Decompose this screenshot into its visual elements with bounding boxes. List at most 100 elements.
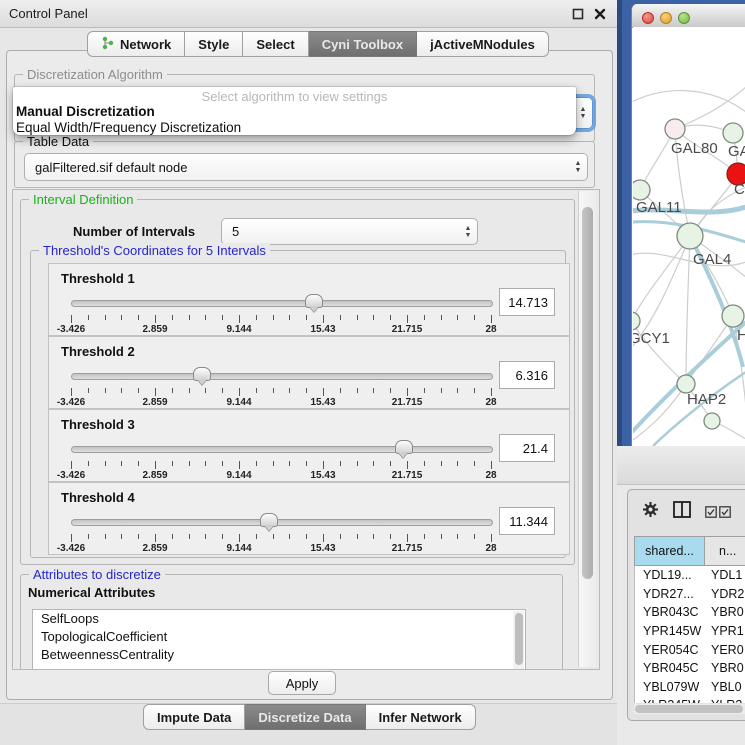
cell-name[interactable]: YBR0 [705, 605, 745, 619]
cell-shared-name[interactable]: YBL079W [635, 680, 705, 694]
threshold-value-field[interactable]: 6.316 [499, 361, 555, 389]
threshold-value-field[interactable]: 11.344 [499, 507, 555, 535]
cell-shared-name[interactable]: YER054C [635, 643, 705, 657]
table-row[interactable]: YPR145WYPR1 [635, 622, 745, 641]
slider-thumb[interactable] [305, 294, 323, 308]
cell-shared-name[interactable]: YLR345W [635, 698, 705, 703]
cell-name[interactable]: YBL0 [705, 680, 745, 694]
network-node-label: GA [728, 143, 745, 160]
network-canvas[interactable]: GAL80GACGAL11GAL4GCY1HHAP2 [633, 27, 745, 446]
tick-mark [306, 534, 307, 539]
network-edge[interactable] [686, 236, 690, 384]
column-header-name[interactable]: n... [705, 537, 745, 565]
tick-label: 28 [485, 470, 496, 481]
list-item[interactable]: TopologicalCoefficient [33, 628, 525, 646]
cell-shared-name[interactable]: YDR27... [635, 587, 705, 601]
network-view-window[interactable]: GAL80GACGAL11GAL4GCY1HHAP2 [631, 4, 745, 446]
cell-shared-name[interactable]: YDL19... [635, 568, 705, 582]
network-node-gal80[interactable] [665, 119, 685, 139]
network-node-gal11[interactable] [633, 180, 650, 200]
table-row[interactable]: YBL079WYBL0 [635, 678, 745, 697]
slider-track[interactable] [71, 446, 493, 453]
tick-mark [390, 461, 391, 466]
popup-option-manual[interactable]: Manual Discretization [13, 104, 576, 120]
numerical-attributes-list[interactable]: SelfLoopsTopologicalCoefficientBetweenne… [32, 609, 526, 670]
cell-shared-name[interactable]: YBR045C [635, 661, 705, 675]
list-item[interactable]: BetweennessCentrality [33, 646, 525, 664]
table-row[interactable]: YBR043CYBR0 [635, 603, 745, 622]
tab-infer-network[interactable]: Infer Network [366, 704, 476, 730]
settings-scrollbar-thumb[interactable] [582, 207, 593, 579]
table-row[interactable]: YDR27...YDR2 [635, 585, 745, 604]
list-scrollbar[interactable] [513, 611, 524, 669]
cell-shared-name[interactable]: YPR145W [635, 624, 705, 638]
network-node[interactable] [704, 413, 720, 429]
tick-mark [256, 315, 257, 320]
tick-mark [205, 315, 206, 320]
cell-name[interactable]: YER0 [705, 643, 745, 657]
apply-button[interactable]: Apply [268, 671, 336, 695]
table-data-combo[interactable]: galFiltered.sif default node ▲▼ [24, 153, 588, 181]
tick-mark [306, 461, 307, 466]
table-row[interactable]: YBR045CYBR0 [635, 659, 745, 678]
cell-shared-name[interactable]: YBR043C [635, 605, 705, 619]
tab-discretize-data[interactable]: Discretize Data [245, 704, 365, 730]
network-edge[interactable] [686, 316, 733, 384]
close-traffic-light-icon[interactable] [642, 12, 654, 24]
zoom-traffic-light-icon[interactable] [678, 12, 690, 24]
control-panel-titlebar: Control Panel [0, 0, 617, 28]
close-icon[interactable] [593, 7, 607, 21]
slider-thumb[interactable] [395, 440, 413, 454]
tab-jactivemnodules[interactable]: jActiveMNodules [417, 31, 549, 57]
tab-network[interactable]: Network [87, 31, 185, 57]
gear-icon[interactable] [642, 501, 659, 523]
minimize-traffic-light-icon[interactable] [660, 12, 672, 24]
settings-scrollbar[interactable] [578, 191, 596, 667]
network-node-ga[interactable] [723, 123, 743, 143]
threshold-value-field[interactable]: 14.713 [499, 288, 555, 316]
cell-name[interactable]: YDR2 [705, 587, 745, 601]
slider-track[interactable] [71, 373, 493, 380]
tick-label: 2.859 [142, 470, 167, 481]
tab-select[interactable]: Select [243, 31, 308, 57]
tick-mark [121, 534, 122, 539]
table-row[interactable]: YER054CYER0 [635, 640, 745, 659]
number-of-intervals-combo[interactable]: 5 ▲▼ [221, 218, 478, 245]
tick-mark [424, 534, 425, 539]
network-node-label: GAL4 [693, 251, 731, 268]
network-node-gal4[interactable] [677, 223, 703, 249]
slider-track[interactable] [71, 300, 493, 307]
network-node-gcy1[interactable] [633, 312, 640, 330]
cell-name[interactable]: YDL1 [705, 568, 745, 582]
network-node-h[interactable] [722, 305, 744, 327]
cell-name[interactable]: YBR0 [705, 661, 745, 675]
network-window-titlebar[interactable] [632, 4, 745, 28]
column-visibility-checkboxes[interactable] [705, 506, 731, 518]
tab-cyni-toolbox[interactable]: Cyni Toolbox [309, 31, 417, 57]
tick-label: 2.859 [142, 543, 167, 554]
threshold-value-field[interactable]: 21.4 [499, 434, 555, 462]
tick-mark [457, 461, 458, 466]
tab-style[interactable]: Style [185, 31, 243, 57]
tick-mark [172, 315, 173, 320]
table-row[interactable]: YLR345WYLR3 [635, 696, 745, 703]
tick-mark [340, 315, 341, 320]
float-icon[interactable] [571, 7, 585, 21]
list-item[interactable]: SelfLoops [33, 610, 525, 628]
slider-track[interactable] [71, 519, 493, 526]
cell-name[interactable]: YLR3 [705, 698, 745, 703]
cell-name[interactable]: YPR1 [705, 624, 745, 638]
table-row[interactable]: YDL19...YDL1 [635, 566, 745, 585]
popup-option-equal-width[interactable]: Equal Width/Frequency Discretization [13, 120, 576, 136]
network-edge[interactable] [633, 236, 690, 321]
tick-label: 2.859 [142, 397, 167, 408]
network-node-label: H [737, 327, 745, 344]
network-edge[interactable] [633, 384, 686, 446]
column-header-shared[interactable]: shared... [635, 537, 705, 565]
tick-mark [424, 315, 425, 320]
split-columns-icon[interactable] [673, 501, 691, 523]
tab-impute-data[interactable]: Impute Data [143, 704, 245, 730]
slider-thumb[interactable] [260, 513, 278, 527]
slider-thumb[interactable] [193, 367, 211, 381]
table-horizontal-scrollbar[interactable] [634, 704, 745, 714]
